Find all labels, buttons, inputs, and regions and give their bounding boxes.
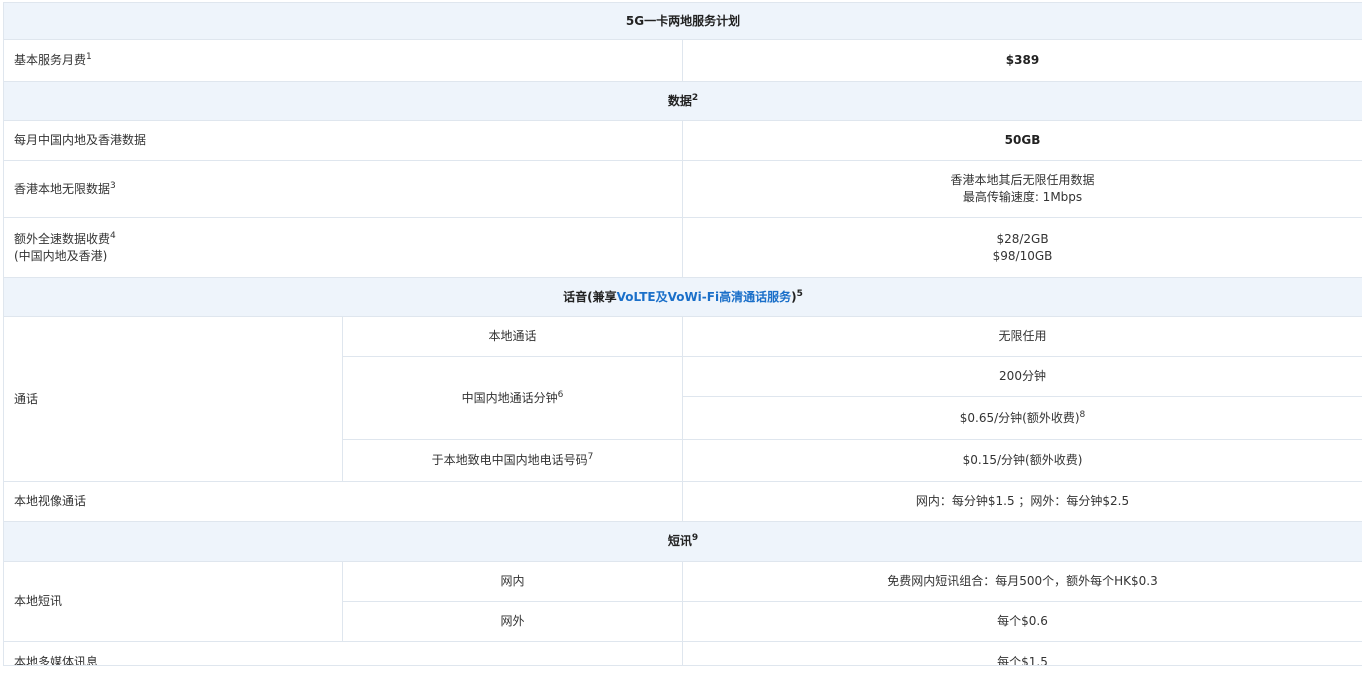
extra-data-row: 额外全速数据收费4 (中国内地及香港) $28/2GB $98/10GB [3, 217, 1362, 278]
footnote-9-link[interactable]: 9 [692, 533, 698, 543]
mms-label: 本地多媒体讯息 [3, 641, 683, 665]
video-call-row: 本地视像通话 网内：每分钟$1.5 ；网外：每分钟$2.5 [3, 481, 1362, 522]
volte-vowifi-link[interactable]: VoLTE及VoWi-Fi高清通话服务 [617, 290, 791, 304]
voice-section-title: 话音(兼享VoLTE及VoWi-Fi高清通话服务)5 [3, 277, 1362, 317]
video-call-label: 本地视像通话 [3, 481, 683, 522]
sms-section-title: 短讯9 [3, 521, 1362, 562]
sms-onnet-label: 网内 [342, 561, 683, 602]
local-call-value: 无限任用 [681, 316, 1362, 357]
sms-offnet-value: 每个$0.6 [681, 601, 1362, 642]
sms-onnet-row: 本地短讯 网内 免费网内短讯组合：每月500个，额外每个HK$0.3 [3, 561, 1362, 642]
footnote-6-link[interactable]: 6 [558, 390, 564, 400]
monthly-fee-row: 基本服务月费1 $389 [3, 39, 1362, 82]
local-sms-label: 本地短讯 [3, 561, 343, 642]
monthly-data-value: 50GB [681, 120, 1362, 161]
data-section-title: 数据2 [3, 81, 1362, 121]
sms-offnet-label: 网外 [342, 601, 683, 642]
footnote-1-link[interactable]: 1 [86, 52, 92, 62]
footnote-2-link[interactable]: 2 [692, 93, 698, 103]
footnote-7-link[interactable]: 7 [588, 452, 594, 462]
calls-label: 通话 [3, 316, 343, 482]
monthly-data-row: 每月中国内地及香港数据 50GB [3, 120, 1362, 161]
call-to-mainland-value: $0.15/分钟(额外收费) [681, 439, 1362, 482]
local-call-label: 本地通话 [342, 316, 683, 357]
extra-data-value: $28/2GB $98/10GB [681, 217, 1362, 278]
hk-unlimited-label: 香港本地无限数据3 [3, 160, 683, 218]
extra-data-label: 额外全速数据收费4 (中国内地及香港) [3, 217, 683, 278]
plan-title-row: 5G一卡两地服务计划 [3, 2, 1362, 40]
mainland-extra-rate-value: $0.65/分钟(额外收费)8 [681, 396, 1362, 440]
footnote-8-link[interactable]: 8 [1080, 410, 1086, 420]
mms-row: 本地多媒体讯息 每个$1.5 [3, 641, 1362, 665]
plan-table-container: 5G一卡两地服务计划 基本服务月费1 $389 数据2 每月中国内地及香港数据 … [3, 2, 1362, 666]
mainland-minutes-label: 中国内地通话分钟6 [342, 356, 683, 440]
sms-onnet-value: 免费网内短讯组合：每月500个，额外每个HK$0.3 [681, 561, 1362, 602]
video-call-value: 网内：每分钟$1.5 ；网外：每分钟$2.5 [681, 481, 1362, 522]
hk-unlimited-row: 香港本地无限数据3 香港本地其后无限任用数据 最高传输速度: 1Mbps [3, 160, 1362, 218]
data-section-header: 数据2 [3, 81, 1362, 121]
monthly-data-label: 每月中国内地及香港数据 [3, 120, 683, 161]
plan-title: 5G一卡两地服务计划 [3, 2, 1362, 40]
voice-section-header: 话音(兼享VoLTE及VoWi-Fi高清通话服务)5 [3, 277, 1362, 317]
monthly-fee-value: $389 [681, 39, 1362, 82]
footnote-5-link[interactable]: 5 [797, 289, 803, 299]
plan-table: 5G一卡两地服务计划 基本服务月费1 $389 数据2 每月中国内地及香港数据 … [3, 2, 1362, 665]
footnote-4-link[interactable]: 4 [110, 231, 116, 241]
footnote-3-link[interactable]: 3 [110, 181, 116, 191]
local-call-row: 通话 本地通话 无限任用 [3, 316, 1362, 482]
mms-value: 每个$1.5 [681, 641, 1362, 665]
hk-unlimited-value: 香港本地其后无限任用数据 最高传输速度: 1Mbps [681, 160, 1362, 218]
call-to-mainland-label: 于本地致电中国内地电话号码7 [342, 439, 683, 482]
sms-section-header: 短讯9 [3, 521, 1362, 562]
mainland-minutes-value: 200分钟 [681, 356, 1362, 397]
monthly-fee-label: 基本服务月费1 [3, 39, 683, 82]
